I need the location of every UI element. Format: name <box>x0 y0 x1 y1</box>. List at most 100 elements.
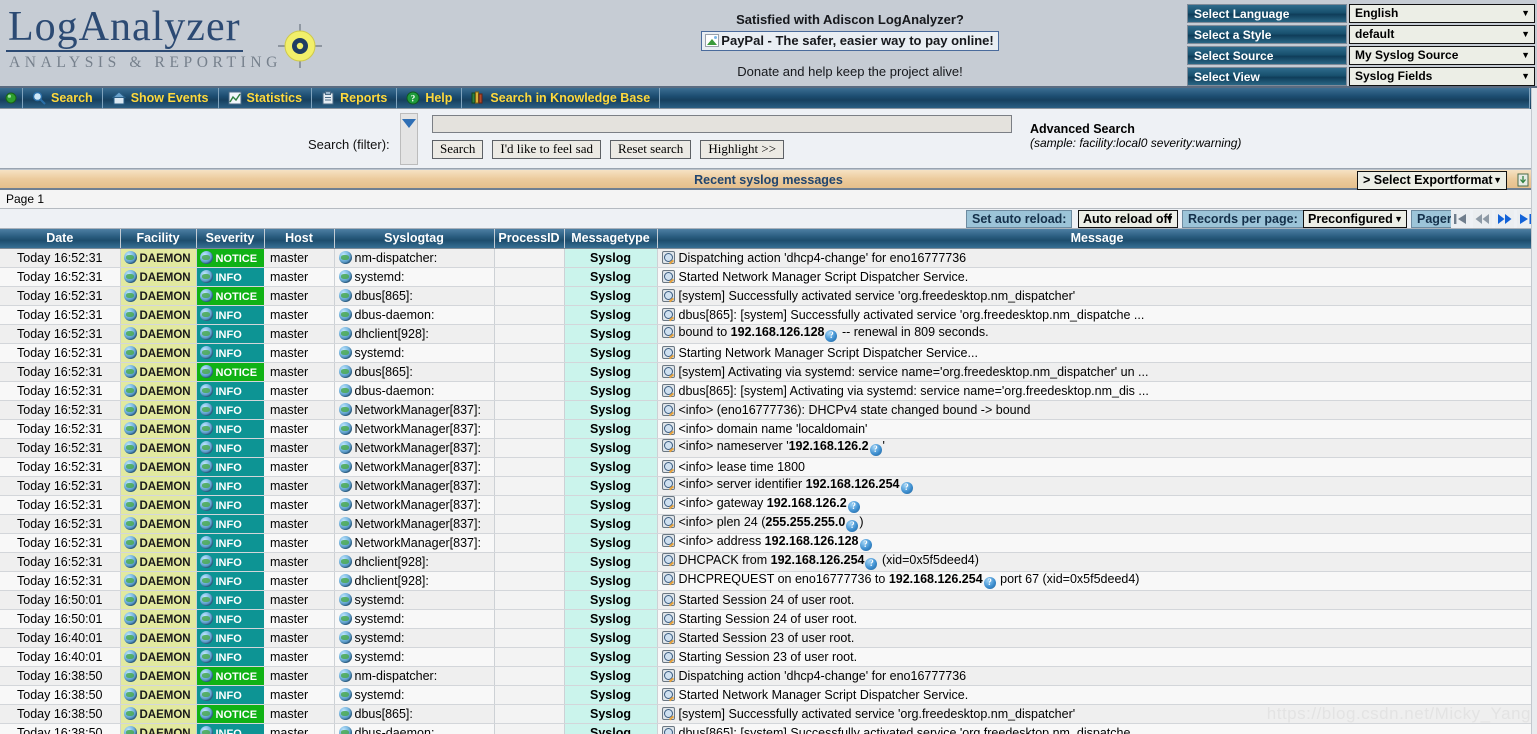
nav-item-search[interactable]: Search <box>23 87 103 109</box>
table-row[interactable]: Today 16:52:31 DAEMON NOTICE master nm-dispa… <box>0 248 1537 268</box>
first-page-icon[interactable] <box>1451 210 1470 228</box>
table-row[interactable]: Today 16:38:50 DAEMON INFO master dbus-daemo… <box>0 723 1537 734</box>
column-header-syslogtag[interactable]: Syslogtag <box>334 229 495 249</box>
search-filter-dropdown-toggle[interactable] <box>400 113 418 165</box>
column-header-host[interactable]: Host <box>264 229 335 249</box>
ip-help-icon[interactable]: ? <box>847 501 860 513</box>
next-page-icon[interactable] <box>1495 210 1514 228</box>
column-header-facility[interactable]: Facility <box>120 229 197 249</box>
cell-message[interactable]: Starting Session 23 of user root. <box>657 647 1537 667</box>
feel-sad-button[interactable]: I'd like to feel sad <box>492 140 601 159</box>
app-logo[interactable]: LogAnalyzer ANALYSIS & REPORTING <box>6 4 336 82</box>
highlight-button[interactable]: Highlight >> <box>700 140 785 159</box>
cell-processid <box>494 324 565 344</box>
ip-help-icon[interactable]: ? <box>865 558 878 570</box>
export-format-dropdown[interactable]: > Select Exportformat ▼ <box>1357 171 1507 190</box>
cell-message[interactable]: <info> domain name 'localdomain' <box>657 419 1537 439</box>
table-row[interactable]: Today 16:38:50 DAEMON INFO master systemd: Sy… <box>0 685 1537 705</box>
auto-reload-dropdown[interactable]: Auto reload off ▼ <box>1078 210 1178 228</box>
nav-item-show-events[interactable]: Show Events <box>103 87 219 109</box>
cell-message[interactable]: <info> server identifier 192.168.126.254… <box>657 476 1537 496</box>
cell-message[interactable]: Starting Network Manager Script Dispatch… <box>657 343 1537 363</box>
table-row[interactable]: Today 16:50:01 DAEMON INFO master systemd: Sy… <box>0 590 1537 610</box>
ip-help-icon[interactable]: ? <box>983 577 996 589</box>
cell-message[interactable]: Starting Session 24 of user root. <box>657 609 1537 629</box>
column-header-severity[interactable]: Severity <box>196 229 265 249</box>
select-language-dropdown[interactable]: English ▼ <box>1349 4 1535 23</box>
cell-message[interactable]: <info> address 192.168.126.128? <box>657 533 1537 553</box>
nav-item-statistics[interactable]: Statistics <box>219 87 313 109</box>
export-arrow-icon[interactable] <box>1517 173 1531 188</box>
search-input[interactable] <box>432 115 1012 133</box>
paypal-donate-button[interactable]: PayPal - The safer, easier way to pay on… <box>701 31 999 51</box>
cell-message[interactable]: dbus[865]: [system] Activating via syste… <box>657 381 1537 401</box>
ip-help-icon[interactable]: ? <box>900 482 913 494</box>
cell-message[interactable]: [system] Activating via systemd: service… <box>657 362 1537 382</box>
ip-help-icon[interactable]: ? <box>846 520 859 532</box>
cell-message[interactable]: Started Session 24 of user root. <box>657 590 1537 610</box>
cell-message[interactable]: <info> plen 24 (255.255.255.0?) <box>657 514 1537 534</box>
cell-message[interactable]: Started Session 23 of user root. <box>657 628 1537 648</box>
select-style-dropdown[interactable]: default ▼ <box>1349 25 1535 44</box>
ip-help-icon[interactable]: ? <box>825 330 838 342</box>
cell-message[interactable]: [system] Successfully activated service … <box>657 286 1537 306</box>
table-row[interactable]: Today 16:38:50 DAEMON NOTICE master nm-dispa… <box>0 666 1537 686</box>
table-row[interactable]: Today 16:52:31 DAEMON INFO master dhclient[9… <box>0 324 1537 344</box>
previous-page-icon[interactable] <box>1473 210 1492 228</box>
cell-message[interactable]: Started Network Manager Script Dispatche… <box>657 267 1537 287</box>
table-row[interactable]: Today 16:52:31 DAEMON INFO master NetworkMan… <box>0 514 1537 534</box>
cell-severity: INFO <box>196 419 264 439</box>
cell-message[interactable]: Started Network Manager Script Dispatche… <box>657 685 1537 705</box>
table-row[interactable]: Today 16:52:31 DAEMON NOTICE master dbus[865… <box>0 362 1537 382</box>
cell-message[interactable]: bound to 192.168.126.128? -- renewal in … <box>657 324 1537 344</box>
table-row[interactable]: Today 16:52:31 DAEMON NOTICE master dbus[865… <box>0 286 1537 306</box>
nav-item-knowledge-base[interactable]: Search in Knowledge Base <box>462 87 661 109</box>
cell-message[interactable]: DHCPACK from 192.168.126.254? (xid=0x5f5… <box>657 552 1537 572</box>
table-row[interactable]: Today 16:52:31 DAEMON INFO master NetworkMan… <box>0 476 1537 496</box>
cell-message[interactable]: Dispatching action 'dhcp4-change' for en… <box>657 666 1537 686</box>
table-row[interactable]: Today 16:52:31 DAEMON INFO master dhclient[9… <box>0 571 1537 591</box>
select-source-dropdown[interactable]: My Syslog Source ▼ <box>1349 46 1535 65</box>
nav-item-help[interactable]: ? Help <box>397 87 463 109</box>
table-row[interactable]: Today 16:52:31 DAEMON INFO master dbus-daemo… <box>0 381 1537 401</box>
table-row[interactable]: Today 16:40:01 DAEMON INFO master systemd: Sy… <box>0 628 1537 648</box>
table-row[interactable]: Today 16:52:31 DAEMON INFO master NetworkMan… <box>0 419 1537 439</box>
column-header-processid[interactable]: ProcessID <box>494 229 565 249</box>
cell-message[interactable]: <info> nameserver '192.168.126.2? ' <box>657 438 1537 458</box>
cell-message[interactable]: <info> gateway 192.168.126.2? <box>657 495 1537 515</box>
nav-status-orb[interactable] <box>0 87 23 109</box>
column-header-messagetype[interactable]: Messagetype <box>564 229 658 249</box>
ip-help-icon[interactable]: ? <box>869 444 882 456</box>
records-per-page-dropdown[interactable]: Preconfigured ▼ <box>1303 210 1407 228</box>
right-scroll-strip[interactable] <box>1531 88 1537 734</box>
column-header-date[interactable]: Date <box>0 229 121 249</box>
table-row[interactable]: Today 16:38:50 DAEMON NOTICE master dbus[865… <box>0 704 1537 724</box>
table-row[interactable]: Today 16:52:31 DAEMON INFO master dbus-daemo… <box>0 305 1537 325</box>
table-row[interactable]: Today 16:52:31 DAEMON INFO master NetworkMan… <box>0 400 1537 420</box>
auto-reload-value: Auto reload off <box>1083 212 1172 226</box>
select-view-dropdown[interactable]: Syslog Fields ▼ <box>1349 67 1535 86</box>
nav-item-reports[interactable]: Reports <box>312 87 398 109</box>
table-row[interactable]: Today 16:52:31 DAEMON INFO master NetworkMan… <box>0 457 1537 477</box>
cell-message[interactable]: Dispatching action 'dhcp4-change' for en… <box>657 248 1537 268</box>
search-button[interactable]: Search <box>432 140 484 159</box>
table-row[interactable]: Today 16:52:31 DAEMON INFO master systemd: Sy… <box>0 343 1537 363</box>
cell-message[interactable]: [system] Successfully activated service … <box>657 704 1537 724</box>
ip-help-icon[interactable]: ? <box>859 539 872 551</box>
table-row[interactable]: Today 16:52:31 DAEMON INFO master systemd: Sy… <box>0 267 1537 287</box>
table-row[interactable]: Today 16:52:31 DAEMON INFO master dhclient[9… <box>0 552 1537 572</box>
table-row[interactable]: Today 16:50:01 DAEMON INFO master systemd: Sy… <box>0 609 1537 629</box>
cell-message[interactable]: <info> (eno16777736): DHCPv4 state chang… <box>657 400 1537 420</box>
table-row[interactable]: Today 16:40:01 DAEMON INFO master systemd: Sy… <box>0 647 1537 667</box>
table-row[interactable]: Today 16:52:31 DAEMON INFO master NetworkMan… <box>0 495 1537 515</box>
cell-syslogtag: NetworkManager[837]: <box>334 457 495 477</box>
cell-message[interactable]: dbus[865]: [system] Successfully activat… <box>657 305 1537 325</box>
cell-syslogtag: NetworkManager[837]: <box>334 438 495 458</box>
column-header-message[interactable]: Message <box>657 229 1537 249</box>
cell-message[interactable]: dbus[865]: [system] Successfully activat… <box>657 723 1537 734</box>
table-row[interactable]: Today 16:52:31 DAEMON INFO master NetworkMan… <box>0 533 1537 553</box>
cell-message[interactable]: DHCPREQUEST on eno16777736 to 192.168.12… <box>657 571 1537 591</box>
table-row[interactable]: Today 16:52:31 DAEMON INFO master NetworkMan… <box>0 438 1537 458</box>
reset-search-button[interactable]: Reset search <box>609 140 692 159</box>
cell-message[interactable]: <info> lease time 1800 <box>657 457 1537 477</box>
